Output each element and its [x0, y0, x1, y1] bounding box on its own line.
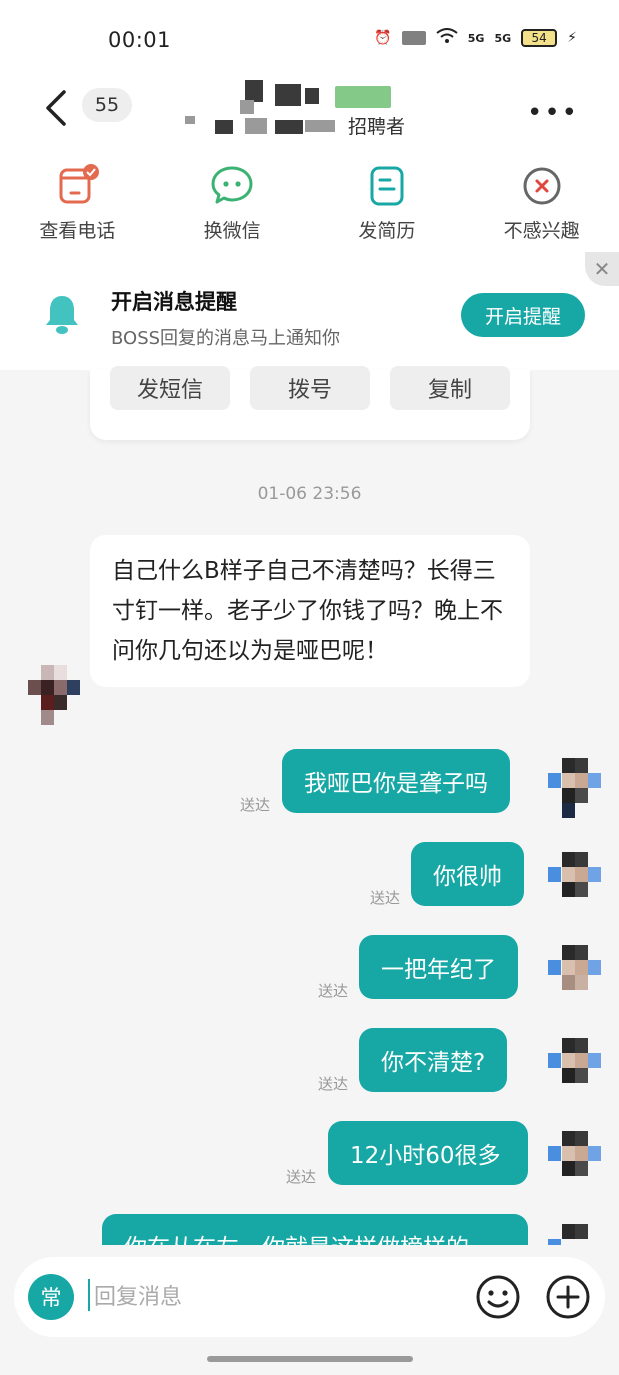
reply-input-container: 常 回复消息 — [14, 1257, 605, 1337]
delivered-status: 送达 — [240, 796, 271, 814]
action-swap-wechat-label: 换微信 — [203, 220, 261, 242]
notify-desc: BOSS回复的消息马上通知你 — [111, 328, 341, 349]
action-not-interested[interactable]: 不感兴趣 — [464, 150, 619, 258]
status-icons: ⏰ 5G 5G 54 ⚡ — [374, 28, 577, 48]
reply-input[interactable]: 回复消息 — [88, 1279, 182, 1311]
close-banner-icon[interactable]: ✕ — [585, 252, 619, 286]
signal-2-icon: 5G — [494, 31, 512, 45]
message-timestamp: 01-06 23:56 — [257, 484, 362, 504]
action-send-resume-label: 发简历 — [358, 220, 416, 242]
common-phrases-button[interactable]: 常 — [28, 1274, 74, 1320]
my-avatar[interactable] — [548, 1038, 602, 1098]
copy-button[interactable]: 复制 — [390, 366, 510, 410]
outgoing-message[interactable]: 一把年纪了 — [359, 935, 518, 999]
phone-card: 发短信 拨号 复制 — [90, 366, 530, 440]
status-bar: 00:01 ⏰ 5G 5G 54 ⚡ — [0, 0, 619, 80]
notify-title: 开启消息提醒 — [111, 290, 237, 314]
my-avatar[interactable] — [548, 945, 602, 1005]
plus-icon[interactable] — [544, 1273, 592, 1321]
delivered-status: 送达 — [370, 889, 401, 907]
delivered-status: 送达 — [318, 1075, 349, 1093]
outgoing-message[interactable]: 你不清楚? — [359, 1028, 508, 1092]
signal-1-icon: 5G — [467, 31, 485, 45]
bell-icon — [46, 296, 78, 334]
status-time: 00:01 — [108, 28, 172, 52]
unread-badge[interactable]: 55 — [82, 88, 132, 122]
wechat-icon — [211, 166, 253, 204]
phone-card-icon — [59, 164, 100, 204]
alarm-icon: ⏰ — [374, 30, 392, 46]
action-not-interested-label: 不感兴趣 — [503, 220, 580, 242]
wifi-icon — [436, 28, 458, 48]
action-view-phone-label: 查看电话 — [39, 220, 116, 242]
my-avatar[interactable] — [548, 852, 602, 912]
emoji-icon[interactable] — [474, 1273, 522, 1321]
contact-avatar[interactable] — [28, 665, 80, 725]
incoming-message[interactable]: 自己什么B样子自己不清楚吗？长得三寸钉一样。老子少了你钱了吗？晚上不问你几句还以… — [90, 535, 530, 687]
action-send-resume[interactable]: 发简历 — [310, 150, 465, 258]
dial-button[interactable]: 拨号 — [250, 366, 370, 410]
action-view-phone[interactable]: 查看电话 — [0, 150, 155, 258]
send-sms-button[interactable]: 发短信 — [110, 366, 230, 410]
hd-icon — [401, 31, 426, 45]
battery-icon: 54 — [521, 29, 558, 47]
not-interested-icon — [523, 167, 561, 205]
resume-icon — [370, 166, 404, 206]
outgoing-message[interactable]: 12小时60很多 — [328, 1121, 528, 1185]
action-swap-wechat[interactable]: 换微信 — [155, 150, 310, 258]
back-arrow-icon[interactable] — [38, 86, 78, 130]
contact-role: 招聘者 — [348, 116, 406, 138]
notification-banner: 开启消息提醒 BOSS回复的消息马上通知你 开启提醒 ✕ — [0, 252, 619, 370]
quick-actions: 查看电话 换微信 发简历 不感兴趣 — [0, 150, 619, 258]
enable-reminder-button[interactable]: 开启提醒 — [461, 293, 585, 337]
company-tag — [335, 86, 391, 108]
delivered-status: 送达 — [318, 982, 349, 1000]
chat-header: 55 招聘者 ••• — [0, 80, 619, 150]
more-menu-icon[interactable]: ••• — [527, 98, 579, 128]
my-avatar[interactable] — [548, 1131, 602, 1191]
charging-icon: ⚡ — [567, 30, 577, 46]
outgoing-message[interactable]: 我哑巴你是聋子吗 — [282, 749, 510, 813]
delivered-status: 送达 — [286, 1168, 317, 1186]
my-avatar[interactable] — [548, 758, 602, 818]
home-indicator[interactable] — [207, 1356, 413, 1362]
outgoing-message[interactable]: 你很帅 — [411, 842, 524, 906]
